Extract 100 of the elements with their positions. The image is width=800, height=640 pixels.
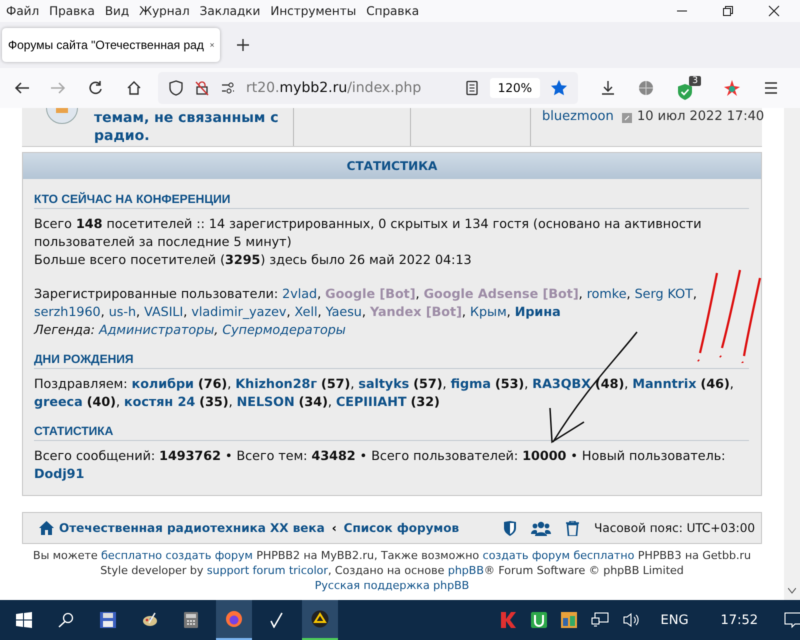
close-icon[interactable] xyxy=(768,5,780,17)
media-player-taskbar-button[interactable] xyxy=(302,600,338,640)
users-icon[interactable] xyxy=(531,520,552,536)
download-icon[interactable] xyxy=(600,80,616,96)
menu-item[interactable]: Справка xyxy=(364,4,428,18)
forum-title[interactable]: темам, не связанным с радио. xyxy=(94,109,314,145)
age-text: (57) xyxy=(413,376,443,391)
group-link[interactable]: Администраторы xyxy=(98,322,214,337)
sliders-icon xyxy=(220,80,236,96)
comma-separator: , xyxy=(318,304,322,319)
menu-item[interactable]: Закладки xyxy=(198,4,268,18)
username-link[interactable]: serzh1960 xyxy=(34,304,101,319)
credits-link[interactable]: бесплатно создать форум xyxy=(101,549,253,562)
reader-view-icon[interactable] xyxy=(464,80,480,96)
restore-icon[interactable] xyxy=(722,5,734,17)
palette-icon[interactable] xyxy=(142,612,158,628)
reload-icon[interactable] xyxy=(88,80,104,96)
comma-separator: , xyxy=(416,286,420,301)
age-text: (46) xyxy=(700,376,730,391)
username-link[interactable]: VASILI xyxy=(144,304,184,319)
username-link[interactable]: Крым xyxy=(470,304,507,319)
menu-item[interactable]: Правка xyxy=(47,4,103,18)
notifications-icon[interactable] xyxy=(784,612,800,628)
username-link[interactable]: Dodj91 xyxy=(34,466,84,481)
comma-separator: , xyxy=(350,376,354,391)
calculator-icon[interactable] xyxy=(184,612,198,628)
breadcrumb-link[interactable]: Отечественная радиотехника XX века xyxy=(59,521,325,535)
search-icon[interactable] xyxy=(58,612,74,628)
username-link[interactable]: figma xyxy=(450,376,491,391)
age-text: (53) xyxy=(494,376,524,391)
torrent-icon[interactable] xyxy=(530,612,547,628)
globe-icon[interactable] xyxy=(638,80,654,96)
breadcrumb-separator: ‹ xyxy=(330,521,338,535)
clock-text[interactable]: 17:52 xyxy=(720,612,758,628)
username-link[interactable]: костян 24 xyxy=(124,394,196,409)
language-indicator[interactable]: ENG xyxy=(660,612,689,628)
age-text: (40) xyxy=(86,394,116,409)
credits-link[interactable]: создать форум бесплатно xyxy=(482,549,634,562)
username-link[interactable]: NELSON xyxy=(236,394,295,409)
scroll-down-icon[interactable] xyxy=(788,588,796,594)
shield-extension-button[interactable]: 3 xyxy=(676,76,701,100)
username-link[interactable]: Khizhon28г xyxy=(235,376,317,391)
post-date: 10 июл 2022 17:40 xyxy=(637,109,764,124)
username-link[interactable]: Serg KOT xyxy=(634,286,693,301)
address-bar[interactable]: rt20.mybb2.ru/index.php 120% xyxy=(158,72,578,104)
shield-icon[interactable] xyxy=(504,520,516,536)
menu-item[interactable]: Вид xyxy=(102,4,138,18)
username-link[interactable]: Xell xyxy=(294,304,318,319)
browser-tab[interactable]: Форумы сайта "Отечественная рад xyxy=(2,28,220,62)
comma-separator: , xyxy=(227,376,232,391)
menu-icon[interactable] xyxy=(763,80,779,96)
comma-separator: , xyxy=(328,394,332,409)
new-tab-icon[interactable] xyxy=(236,38,250,52)
back-icon[interactable] xyxy=(14,80,30,96)
notification-badge: 3 xyxy=(689,76,701,86)
credits-text: , Создано на основе xyxy=(328,564,446,577)
breadcrumb-link[interactable]: Список форумов xyxy=(344,521,460,535)
credits-text: Style developer by xyxy=(100,564,204,577)
username-link[interactable]: us-h xyxy=(108,304,136,319)
close-icon[interactable] xyxy=(210,40,214,50)
menu-item[interactable]: Файл xyxy=(4,4,48,18)
speaker-icon[interactable] xyxy=(622,612,641,628)
username-link[interactable]: greeca xyxy=(34,394,83,409)
firefox-taskbar-button[interactable] xyxy=(216,600,252,640)
network-icon[interactable] xyxy=(590,612,609,628)
age-text: (76) xyxy=(198,376,228,391)
comma-separator: , xyxy=(317,286,322,301)
username-link[interactable]: saltyks xyxy=(358,376,410,391)
username-link[interactable]: 2vlad xyxy=(282,286,318,301)
credits-link[interactable]: Русская поддержка phpBB xyxy=(314,579,470,592)
credits-text: Вы можете xyxy=(33,549,99,562)
age-text: (48) xyxy=(595,376,624,391)
username-link[interactable]: vladimir_yazev xyxy=(191,304,286,319)
menu-item[interactable]: Инструменты xyxy=(268,4,364,18)
username-link[interactable]: romke xyxy=(586,286,626,301)
username-link[interactable]: bluezmoon xyxy=(542,109,614,124)
antivirus-icon[interactable] xyxy=(498,611,517,629)
comma-separator: , xyxy=(100,304,105,319)
trash-icon[interactable] xyxy=(566,520,580,536)
colorful-star-icon[interactable] xyxy=(723,79,741,97)
app-tray-icon[interactable] xyxy=(560,612,577,628)
group-link[interactable]: Супермодераторы xyxy=(222,322,346,337)
username-link[interactable]: RA3QBX xyxy=(532,376,591,391)
check-mark-icon[interactable] xyxy=(270,612,284,628)
zoom-level-button[interactable]: 120% xyxy=(490,78,540,98)
credits-link[interactable]: phpBB xyxy=(448,564,484,577)
section-title: СТАТИСТИКА xyxy=(34,423,749,441)
username-link[interactable]: СЕРIIIАНТ xyxy=(336,394,407,409)
username-link[interactable]: Yaesu xyxy=(326,304,362,319)
age-text: (57) xyxy=(321,376,350,391)
username-link[interactable]: колибри xyxy=(132,376,194,391)
credits-link[interactable]: support forum tricolor xyxy=(206,564,328,577)
comma-separator: , xyxy=(626,286,631,301)
windows-start-icon[interactable] xyxy=(16,612,32,628)
username-link[interactable]: Manntrix xyxy=(632,376,696,391)
menu-item[interactable]: Журнал xyxy=(137,4,198,18)
star-icon[interactable] xyxy=(550,79,568,97)
home-icon[interactable] xyxy=(126,80,142,96)
comma-separator: , xyxy=(624,376,628,391)
username-link[interactable]: Ирина xyxy=(514,304,561,319)
